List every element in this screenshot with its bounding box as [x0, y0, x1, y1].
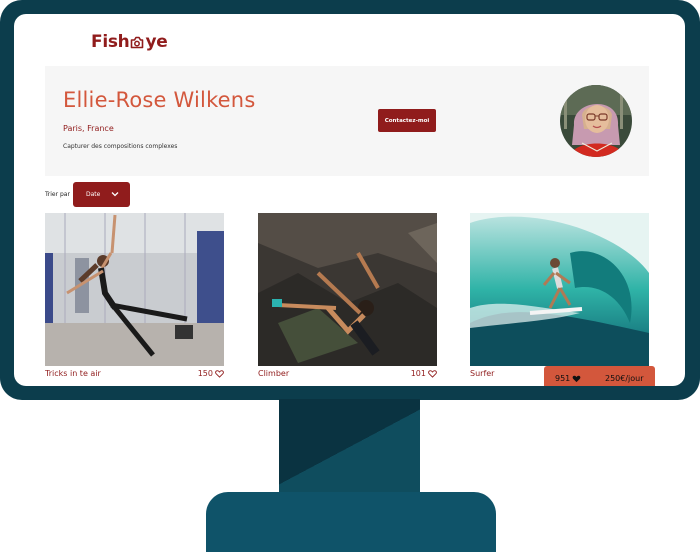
likes-count: 101	[410, 369, 426, 378]
media-title: Tricks in te air	[45, 369, 101, 378]
heart-filled-icon	[572, 375, 581, 382]
heart-outline-icon[interactable]	[215, 369, 224, 378]
media-card[interactable]: Surfer	[470, 213, 649, 378]
media-photo-dancer[interactable]	[45, 213, 224, 366]
media-photo-climber[interactable]	[258, 213, 437, 366]
photographer-location: Paris, France	[63, 124, 114, 133]
heart-outline-icon[interactable]	[428, 369, 437, 378]
avatar	[560, 85, 632, 157]
photographer-name: Ellie-Rose Wilkens	[63, 88, 256, 112]
media-photo-surfer[interactable]	[470, 213, 649, 366]
monitor-neck-shade	[279, 399, 420, 495]
photographer-header: Ellie-Rose Wilkens Paris, France Capture…	[45, 66, 649, 176]
media-card[interactable]: Climber 101	[258, 213, 437, 378]
fisheye-logo[interactable]: Fish ye	[91, 32, 168, 52]
media-likes[interactable]: 101	[411, 369, 437, 378]
monitor-screen: Fish ye Ellie-Rose Wilkens Paris, France…	[14, 14, 685, 386]
logo-text-right: ye	[145, 32, 168, 52]
logo-text-left: Fish	[91, 32, 130, 52]
photographer-tagline: Capturer des compositions complexes	[63, 143, 178, 150]
total-likes-count: 951	[555, 374, 571, 383]
media-likes[interactable]: 150	[198, 369, 224, 378]
contact-button[interactable]: Contactez-moi	[378, 109, 436, 132]
likes-count: 150	[197, 369, 213, 378]
chevron-down-icon	[111, 192, 119, 197]
daily-price: 250€/jour	[605, 374, 644, 383]
monitor-base	[206, 492, 496, 552]
sort-label: Trier par	[45, 191, 70, 198]
media-title: Surfer	[470, 369, 495, 378]
stats-bar: 951 250€/jour	[544, 366, 655, 386]
total-likes: 951	[555, 374, 581, 383]
media-title: Climber	[258, 369, 290, 378]
sort-selected-value: Date	[86, 191, 101, 198]
monitor-frame: Fish ye Ellie-Rose Wilkens Paris, France…	[0, 0, 700, 400]
sort-dropdown[interactable]: Date	[73, 182, 130, 207]
camera-icon	[131, 36, 144, 48]
media-card[interactable]: Tricks in te air 150	[45, 213, 224, 378]
